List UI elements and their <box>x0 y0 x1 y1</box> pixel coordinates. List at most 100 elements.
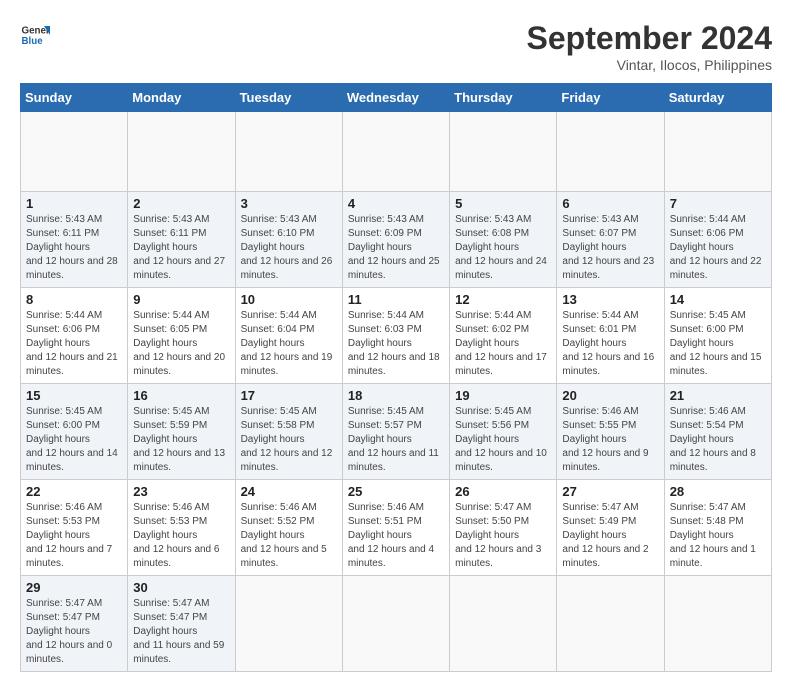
calendar-cell: 22 Sunrise: 5:46 AM Sunset: 5:53 PM Dayl… <box>21 480 128 576</box>
day-info: Sunrise: 5:43 AM Sunset: 6:11 PM Dayligh… <box>26 213 122 283</box>
calendar-cell: 2 Sunrise: 5:43 AM Sunset: 6:11 PM Dayli… <box>128 192 235 288</box>
day-info: Sunrise: 5:45 AM Sunset: 5:58 PM Dayligh… <box>241 405 337 475</box>
calendar-cell: 5 Sunrise: 5:43 AM Sunset: 6:08 PM Dayli… <box>450 192 557 288</box>
day-info: Sunrise: 5:45 AM Sunset: 6:00 PM Dayligh… <box>670 309 766 379</box>
calendar-cell: 9 Sunrise: 5:44 AM Sunset: 6:05 PM Dayli… <box>128 288 235 384</box>
col-header-sunday: Sunday <box>21 84 128 112</box>
calendar-cell <box>557 576 664 672</box>
calendar-cell: 26 Sunrise: 5:47 AM Sunset: 5:50 PM Dayl… <box>450 480 557 576</box>
calendar-week-4: 15 Sunrise: 5:45 AM Sunset: 6:00 PM Dayl… <box>21 384 772 480</box>
col-header-saturday: Saturday <box>664 84 771 112</box>
day-number: 20 <box>562 388 658 403</box>
day-number: 19 <box>455 388 551 403</box>
calendar-cell <box>235 112 342 192</box>
day-number: 12 <box>455 292 551 307</box>
calendar-table: SundayMondayTuesdayWednesdayThursdayFrid… <box>20 83 772 672</box>
calendar-week-6: 29 Sunrise: 5:47 AM Sunset: 5:47 PM Dayl… <box>21 576 772 672</box>
calendar-cell: 12 Sunrise: 5:44 AM Sunset: 6:02 PM Dayl… <box>450 288 557 384</box>
day-number: 28 <box>670 484 766 499</box>
calendar-cell: 3 Sunrise: 5:43 AM Sunset: 6:10 PM Dayli… <box>235 192 342 288</box>
calendar-cell: 21 Sunrise: 5:46 AM Sunset: 5:54 PM Dayl… <box>664 384 771 480</box>
calendar-cell <box>557 112 664 192</box>
calendar-cell: 30 Sunrise: 5:47 AM Sunset: 5:47 PM Dayl… <box>128 576 235 672</box>
calendar-cell <box>21 112 128 192</box>
day-number: 2 <box>133 196 229 211</box>
day-number: 11 <box>348 292 444 307</box>
calendar-cell: 15 Sunrise: 5:45 AM Sunset: 6:00 PM Dayl… <box>21 384 128 480</box>
day-info: Sunrise: 5:47 AM Sunset: 5:47 PM Dayligh… <box>26 597 122 667</box>
day-number: 13 <box>562 292 658 307</box>
calendar-cell: 6 Sunrise: 5:43 AM Sunset: 6:07 PM Dayli… <box>557 192 664 288</box>
day-number: 21 <box>670 388 766 403</box>
calendar-cell: 29 Sunrise: 5:47 AM Sunset: 5:47 PM Dayl… <box>21 576 128 672</box>
logo-icon: General Blue <box>20 20 50 50</box>
day-info: Sunrise: 5:44 AM Sunset: 6:06 PM Dayligh… <box>26 309 122 379</box>
calendar-cell: 23 Sunrise: 5:46 AM Sunset: 5:53 PM Dayl… <box>128 480 235 576</box>
day-info: Sunrise: 5:44 AM Sunset: 6:02 PM Dayligh… <box>455 309 551 379</box>
calendar-week-1 <box>21 112 772 192</box>
calendar-week-5: 22 Sunrise: 5:46 AM Sunset: 5:53 PM Dayl… <box>21 480 772 576</box>
calendar-week-3: 8 Sunrise: 5:44 AM Sunset: 6:06 PM Dayli… <box>21 288 772 384</box>
day-info: Sunrise: 5:44 AM Sunset: 6:06 PM Dayligh… <box>670 213 766 283</box>
calendar-cell <box>450 112 557 192</box>
day-info: Sunrise: 5:45 AM Sunset: 5:57 PM Dayligh… <box>348 405 444 475</box>
day-info: Sunrise: 5:44 AM Sunset: 6:01 PM Dayligh… <box>562 309 658 379</box>
col-header-monday: Monday <box>128 84 235 112</box>
day-info: Sunrise: 5:46 AM Sunset: 5:53 PM Dayligh… <box>26 501 122 571</box>
calendar-cell: 7 Sunrise: 5:44 AM Sunset: 6:06 PM Dayli… <box>664 192 771 288</box>
calendar-cell: 16 Sunrise: 5:45 AM Sunset: 5:59 PM Dayl… <box>128 384 235 480</box>
logo: General Blue <box>20 20 50 50</box>
day-number: 27 <box>562 484 658 499</box>
day-number: 25 <box>348 484 444 499</box>
calendar-cell: 14 Sunrise: 5:45 AM Sunset: 6:00 PM Dayl… <box>664 288 771 384</box>
calendar-cell: 8 Sunrise: 5:44 AM Sunset: 6:06 PM Dayli… <box>21 288 128 384</box>
day-info: Sunrise: 5:45 AM Sunset: 5:56 PM Dayligh… <box>455 405 551 475</box>
day-number: 23 <box>133 484 229 499</box>
location: Vintar, Ilocos, Philippines <box>527 57 772 73</box>
day-info: Sunrise: 5:47 AM Sunset: 5:47 PM Dayligh… <box>133 597 229 667</box>
day-number: 15 <box>26 388 122 403</box>
calendar-cell: 1 Sunrise: 5:43 AM Sunset: 6:11 PM Dayli… <box>21 192 128 288</box>
calendar-cell: 24 Sunrise: 5:46 AM Sunset: 5:52 PM Dayl… <box>235 480 342 576</box>
title-section: September 2024 Vintar, Ilocos, Philippin… <box>527 20 772 73</box>
svg-text:Blue: Blue <box>22 36 44 47</box>
calendar-week-2: 1 Sunrise: 5:43 AM Sunset: 6:11 PM Dayli… <box>21 192 772 288</box>
calendar-cell <box>664 576 771 672</box>
day-number: 1 <box>26 196 122 211</box>
day-number: 24 <box>241 484 337 499</box>
day-number: 16 <box>133 388 229 403</box>
page-header: General Blue September 2024 Vintar, Iloc… <box>20 20 772 73</box>
calendar-header-row: SundayMondayTuesdayWednesdayThursdayFrid… <box>21 84 772 112</box>
calendar-cell: 19 Sunrise: 5:45 AM Sunset: 5:56 PM Dayl… <box>450 384 557 480</box>
day-number: 14 <box>670 292 766 307</box>
day-info: Sunrise: 5:46 AM Sunset: 5:54 PM Dayligh… <box>670 405 766 475</box>
col-header-wednesday: Wednesday <box>342 84 449 112</box>
day-number: 4 <box>348 196 444 211</box>
col-header-friday: Friday <box>557 84 664 112</box>
calendar-cell <box>664 112 771 192</box>
day-info: Sunrise: 5:44 AM Sunset: 6:04 PM Dayligh… <box>241 309 337 379</box>
day-number: 10 <box>241 292 337 307</box>
day-info: Sunrise: 5:46 AM Sunset: 5:52 PM Dayligh… <box>241 501 337 571</box>
day-info: Sunrise: 5:43 AM Sunset: 6:09 PM Dayligh… <box>348 213 444 283</box>
calendar-cell: 4 Sunrise: 5:43 AM Sunset: 6:09 PM Dayli… <box>342 192 449 288</box>
calendar-cell: 10 Sunrise: 5:44 AM Sunset: 6:04 PM Dayl… <box>235 288 342 384</box>
month-title: September 2024 <box>527 20 772 57</box>
calendar-cell <box>235 576 342 672</box>
day-number: 6 <box>562 196 658 211</box>
col-header-tuesday: Tuesday <box>235 84 342 112</box>
calendar-cell: 18 Sunrise: 5:45 AM Sunset: 5:57 PM Dayl… <box>342 384 449 480</box>
calendar-cell: 28 Sunrise: 5:47 AM Sunset: 5:48 PM Dayl… <box>664 480 771 576</box>
day-number: 22 <box>26 484 122 499</box>
day-info: Sunrise: 5:47 AM Sunset: 5:48 PM Dayligh… <box>670 501 766 571</box>
day-number: 18 <box>348 388 444 403</box>
day-info: Sunrise: 5:43 AM Sunset: 6:10 PM Dayligh… <box>241 213 337 283</box>
day-info: Sunrise: 5:47 AM Sunset: 5:50 PM Dayligh… <box>455 501 551 571</box>
day-info: Sunrise: 5:46 AM Sunset: 5:53 PM Dayligh… <box>133 501 229 571</box>
calendar-cell: 27 Sunrise: 5:47 AM Sunset: 5:49 PM Dayl… <box>557 480 664 576</box>
calendar-cell <box>128 112 235 192</box>
col-header-thursday: Thursday <box>450 84 557 112</box>
day-number: 26 <box>455 484 551 499</box>
day-number: 7 <box>670 196 766 211</box>
day-info: Sunrise: 5:47 AM Sunset: 5:49 PM Dayligh… <box>562 501 658 571</box>
